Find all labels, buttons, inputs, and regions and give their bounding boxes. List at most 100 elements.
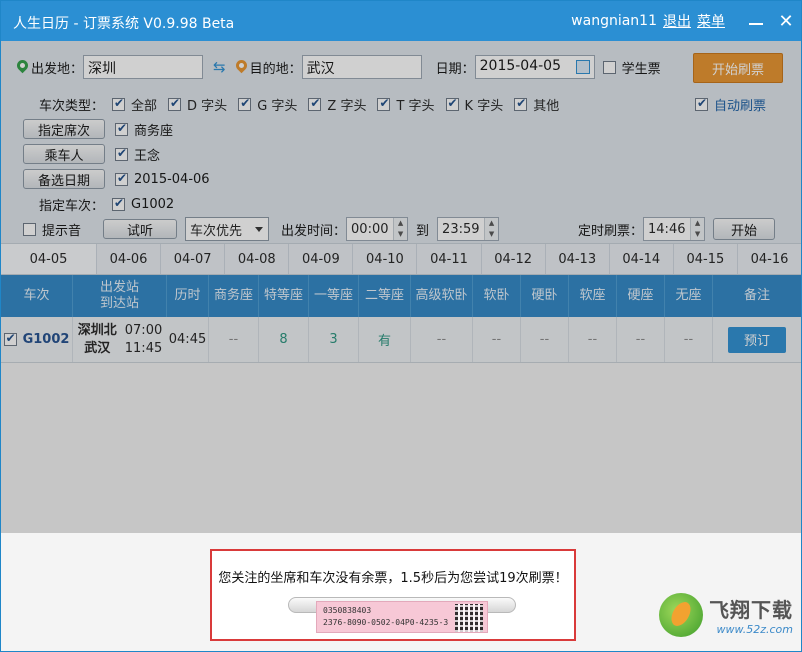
train-value: G1002 (131, 197, 175, 212)
menu-link[interactable]: 菜单 (697, 11, 725, 31)
tab-date[interactable]: 04-16 (738, 244, 801, 274)
options-row: 提示音 试听 车次优先 出发时间： 00:00 ▲ ▼ 到 23:59 ▲ ▼ (23, 217, 500, 241)
depart-to-spinner[interactable]: 23:59 ▲ ▼ (437, 217, 500, 241)
spinner-arrows-icon[interactable]: ▲ ▼ (393, 218, 408, 240)
depart-from-spinner[interactable]: 00:00 ▲ ▼ (346, 217, 409, 241)
duration-cell: 04:45 (167, 317, 209, 362)
date-tabs: 04-05 04-06 04-07 04-08 04-09 04-10 04-1… (1, 243, 801, 275)
to-input[interactable]: 武汉 (301, 55, 422, 79)
minimize-icon (749, 23, 763, 25)
spinner-arrows-icon[interactable]: ▲ ▼ (690, 218, 705, 240)
location-pin-icon (17, 60, 28, 74)
to-word: 到 (416, 223, 430, 239)
seat-checkbox[interactable] (115, 121, 128, 136)
timer-spinner[interactable]: 14:46 ▲ ▼ (643, 217, 706, 241)
tab-date[interactable]: 04-13 (546, 244, 610, 274)
train-type-g[interactable]: G 字头 (238, 95, 297, 114)
tab-date[interactable]: 04-10 (353, 244, 418, 274)
train-type-label-text: Z 字头 (327, 99, 367, 114)
tab-date[interactable]: 04-08 (225, 244, 290, 274)
col-duration: 历时 (167, 275, 209, 317)
alt-date-value: 2015-04-06 (134, 171, 210, 187)
from-label: 出发地： (31, 61, 84, 77)
train-cell[interactable]: G1002 (1, 317, 73, 362)
col-soft-seat: 软座 (569, 275, 617, 317)
close-button[interactable]: ✕ (771, 1, 801, 41)
checkbox[interactable] (445, 96, 459, 111)
to-station: 武汉 (84, 340, 111, 356)
checkbox[interactable] (238, 96, 252, 111)
sound-label: 提示音 (42, 223, 82, 239)
premium-cell: 8 (259, 317, 309, 362)
timer-start-button[interactable]: 开始 (713, 218, 776, 240)
col-soft-sleeper: 软卧 (473, 275, 521, 317)
book-button[interactable]: 预订 (728, 326, 786, 353)
timer-label: 定时刷票： (578, 223, 644, 239)
from-input[interactable]: 深圳 (83, 55, 204, 79)
priority-select[interactable]: 车次优先 (185, 217, 270, 241)
tab-date[interactable]: 04-05 (1, 244, 97, 274)
timer-row: 定时刷票： 14:46 ▲ ▼ 开始 (578, 217, 776, 241)
col-hard-seat: 硬座 (617, 275, 665, 317)
ticket-line2: 2376-8090-0502-04P0-4235-3 (323, 618, 449, 627)
swap-icon[interactable]: ⇆ (213, 58, 226, 76)
minimize-button[interactable] (741, 1, 771, 41)
seat-button[interactable]: 指定席次 (23, 119, 105, 139)
train-type-z[interactable]: Z 字头 (308, 95, 366, 114)
passenger-checkbox[interactable] (115, 146, 128, 161)
to-label: 目的地： (249, 61, 302, 77)
date-input[interactable]: 2015-04-05 (474, 55, 595, 79)
checkbox[interactable] (168, 96, 182, 111)
checkbox[interactable] (514, 96, 528, 111)
priority-value: 车次优先 (190, 223, 243, 239)
col-second: 二等座 (359, 275, 411, 317)
table-row[interactable]: G1002 深圳北 武汉 07:00 11:45 04:45 -- 8 3 有 … (1, 317, 801, 363)
sound-checkbox[interactable] (23, 222, 36, 236)
train-type-d[interactable]: D 字头 (168, 95, 227, 114)
train-type-k[interactable]: K 字头 (445, 95, 503, 114)
spinner-arrows-icon[interactable]: ▲ ▼ (484, 218, 499, 240)
chevron-down-icon (255, 227, 264, 232)
passenger-row: 乘车人 王念 (23, 144, 160, 164)
station-times: 07:00 11:45 (125, 322, 162, 358)
col-station-to: 到达站 (99, 296, 139, 311)
train-type-label-text: G 字头 (257, 99, 298, 114)
from-station: 深圳北 (77, 322, 117, 338)
train-checkbox[interactable] (112, 196, 126, 211)
col-stations: 出发站 到达站 (73, 275, 167, 317)
alt-date-checkbox[interactable] (115, 171, 128, 186)
tab-date[interactable]: 04-09 (289, 244, 354, 274)
checkbox[interactable] (377, 96, 391, 111)
tab-date[interactable]: 04-06 (97, 244, 162, 274)
student-checkbox[interactable] (602, 60, 616, 74)
auto-refresh-checkbox[interactable] (695, 96, 708, 111)
tab-date[interactable]: 04-14 (610, 244, 674, 274)
checkbox[interactable] (308, 96, 322, 111)
row-checkbox[interactable] (3, 331, 17, 346)
start-refresh-button[interactable]: 开始刷票 (693, 53, 783, 83)
tab-date[interactable]: 04-15 (674, 244, 738, 274)
train-type-t[interactable]: T 字头 (377, 95, 435, 114)
auto-refresh-toggle[interactable]: 自动刷票 (695, 95, 766, 114)
logout-link[interactable]: 退出 (663, 11, 691, 31)
tab-date[interactable]: 04-12 (482, 244, 546, 274)
watermark-text: 飞翔下载 www.52z.com (709, 594, 793, 636)
calendar-icon[interactable] (575, 60, 590, 74)
second-cell: 有 (359, 317, 411, 362)
col-first: 一等座 (309, 275, 359, 317)
tab-date[interactable]: 04-11 (417, 244, 482, 274)
train-number: G1002 (22, 332, 70, 347)
checkbox[interactable] (112, 96, 126, 111)
train-type-all[interactable]: 全部 (112, 95, 157, 114)
ticket-line1: 0350838403 (323, 606, 372, 615)
student-label: 学生票 (621, 61, 661, 77)
listen-button[interactable]: 试听 (103, 219, 178, 239)
username: wangnian11 (571, 13, 657, 29)
train-type-row: 车次类型： 全部 D 字头 G 字头 Z 字头 T 字头 K 字头 其他 (39, 95, 570, 114)
search-form: 出发地： 深圳 ⇆ 目的地： 武汉 日期： 2015-04-05 学生票 开始刷… (1, 41, 801, 243)
train-type-other[interactable]: 其他 (514, 95, 559, 114)
tab-date[interactable]: 04-07 (161, 244, 226, 274)
passenger-button[interactable]: 乘车人 (23, 144, 105, 164)
alt-date-button[interactable]: 备选日期 (23, 169, 105, 189)
depart-time-label: 出发时间： (281, 223, 347, 239)
